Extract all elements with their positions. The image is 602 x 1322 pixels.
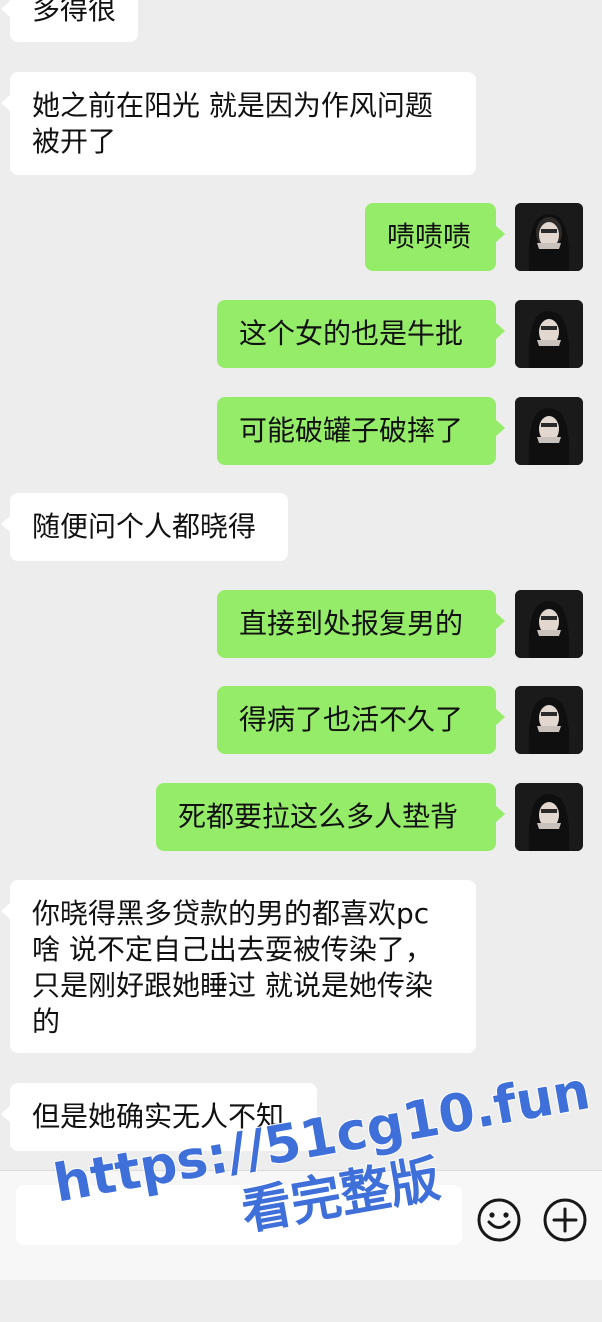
message-incoming[interactable]: 随便问个人都晓得 xyxy=(1,493,288,561)
message-outgoing[interactable]: 这个女的也是牛批 xyxy=(217,300,505,368)
avatar-portrait-icon xyxy=(515,590,583,658)
avatar-portrait-icon xyxy=(515,300,583,368)
avatar[interactable] xyxy=(515,686,583,754)
message-incoming[interactable]: 你晓得黑多贷款的男的都喜欢pc 啥 说不定自己出去耍被传染了， 只是刚好跟她睡过… xyxy=(1,880,476,1053)
message-incoming[interactable]: 她之前在阳光 就是因为作风问题 被开了 xyxy=(1,72,476,175)
avatar-portrait-icon xyxy=(515,783,583,851)
avatar[interactable] xyxy=(515,203,583,271)
message-outgoing[interactable]: 直接到处报复男的 xyxy=(217,590,505,658)
avatar-portrait-icon xyxy=(515,686,583,754)
message-outgoing[interactable]: 可能破罐子破摔了 xyxy=(217,397,505,465)
message-input[interactable] xyxy=(16,1185,462,1245)
message-outgoing[interactable]: 啧啧啧 xyxy=(365,203,505,271)
input-bar xyxy=(0,1170,602,1280)
plus-circle-icon[interactable] xyxy=(542,1197,588,1243)
avatar-portrait-icon xyxy=(515,397,583,465)
avatar-portrait-icon xyxy=(515,203,583,271)
message-incoming[interactable]: 但是她确实无人不知 xyxy=(1,1083,317,1151)
avatar[interactable] xyxy=(515,590,583,658)
smiley-face-icon[interactable] xyxy=(476,1197,522,1243)
avatar[interactable] xyxy=(515,300,583,368)
avatar[interactable] xyxy=(515,397,583,465)
message-outgoing[interactable]: 得病了也活不久了 xyxy=(217,686,505,754)
message-outgoing[interactable]: 死都要拉这么多人垫背 xyxy=(156,783,505,851)
message-incoming[interactable]: 多得很 xyxy=(1,0,138,42)
chat-area: 多得很 她之前在阳光 就是因为作风问题 被开了 啧啧啧 这个女的也是牛批 可能破… xyxy=(0,0,602,1170)
avatar[interactable] xyxy=(515,783,583,851)
